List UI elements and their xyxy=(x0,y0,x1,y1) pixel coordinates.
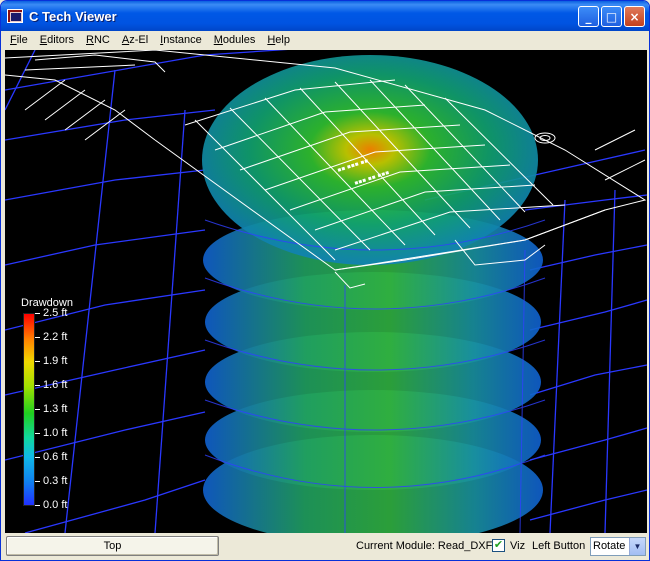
window-title: C Tech Viewer xyxy=(29,8,117,24)
drawdown-volume xyxy=(202,55,546,533)
legend-tick: 2.5 ft xyxy=(34,307,68,319)
close-button[interactable]: × xyxy=(624,6,645,27)
minimize-button[interactable]: _ xyxy=(578,6,599,27)
current-module-label: Current Module: Read_DXF xyxy=(356,540,493,552)
menu-rnc[interactable]: RNC xyxy=(80,31,116,49)
legend-tick: 0.0 ft xyxy=(34,499,68,511)
menu-help[interactable]: Help xyxy=(261,31,296,49)
3d-viewport[interactable]: ▪▪ ▪▪▪ ▪▪ ▪▪▪ ▪▪ ▪▪▪ Drawdown 2.5 ft 2.2… xyxy=(5,50,647,533)
maximize-button[interactable]: □ xyxy=(601,6,622,27)
menu-editors[interactable]: Editors xyxy=(34,31,80,49)
left-button-mode-select[interactable]: Rotate ▼ xyxy=(590,537,646,556)
app-window: C Tech Viewer _ □ × File Editors RNC Az-… xyxy=(0,0,650,561)
legend-tick: 0.6 ft xyxy=(34,451,68,463)
legend-tick: 1.9 ft xyxy=(34,355,68,367)
legend-tick: 1.6 ft xyxy=(34,379,68,391)
legend-tick: 0.3 ft xyxy=(34,475,68,487)
legend-tick: 2.2 ft xyxy=(34,331,68,343)
chevron-down-icon[interactable]: ▼ xyxy=(629,538,645,555)
menu-bar: File Editors RNC Az-El Instance Modules … xyxy=(4,31,647,49)
legend-tick: 1.0 ft xyxy=(34,427,68,439)
left-button-mode-value: Rotate xyxy=(593,540,626,552)
legend-colorbar xyxy=(23,313,35,506)
legend-tick: 1.3 ft xyxy=(34,403,68,415)
menu-modules[interactable]: Modules xyxy=(208,31,262,49)
top-view-button[interactable]: Top xyxy=(6,536,219,556)
viz-checkbox[interactable]: ✔ xyxy=(492,539,505,552)
drawdown-legend: Drawdown 2.5 ft 2.2 ft 1.9 ft 1.6 ft 1.3… xyxy=(19,297,89,517)
menu-az-el[interactable]: Az-El xyxy=(116,31,154,49)
app-icon[interactable] xyxy=(7,9,23,23)
menu-file[interactable]: File xyxy=(4,31,34,49)
scene-render: ▪▪ ▪▪▪ ▪▪ ▪▪▪ ▪▪ ▪▪▪ xyxy=(5,50,647,533)
title-bar[interactable]: C Tech Viewer _ □ × xyxy=(1,1,649,31)
menu-instance[interactable]: Instance xyxy=(154,31,208,49)
left-button-label: Left Button xyxy=(532,540,586,552)
viz-label: Viz xyxy=(510,540,526,552)
status-bar: Top Current Module: Read_DXF ✔ Viz Left … xyxy=(1,534,649,560)
